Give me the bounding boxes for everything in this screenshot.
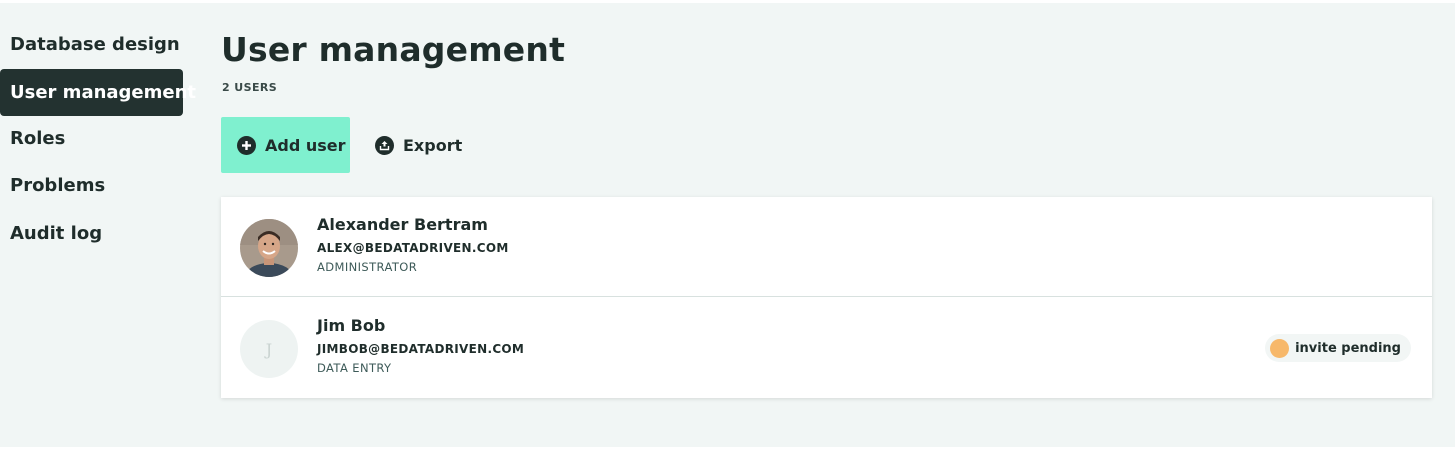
sidebar-item-label: Problems: [10, 175, 106, 196]
plus-circle-icon: [237, 135, 256, 155]
user-name: Alexander Bertram: [317, 215, 488, 234]
avatar-photo: [240, 219, 298, 277]
user-row[interactable]: J Jim Bob JIMBOB@BEDATADRIVEN.COM DATA E…: [221, 298, 1432, 398]
user-email: JIMBOB@BEDATADRIVEN.COM: [317, 342, 525, 356]
sidebar-item-label: User management: [10, 82, 197, 103]
user-count: 2 USERS: [222, 81, 278, 94]
export-button[interactable]: Export: [365, 117, 475, 173]
user-email: ALEX@BEDATADRIVEN.COM: [317, 241, 509, 255]
export-icon: [375, 135, 394, 155]
app-root: Database design User management Roles Pr…: [0, 3, 1455, 447]
avatar: [240, 219, 298, 277]
user-role: DATA ENTRY: [317, 361, 392, 375]
avatar-initial: J: [265, 339, 273, 359]
status-badge: invite pending: [1265, 334, 1411, 362]
page-title: User management: [221, 30, 566, 69]
sidebar-item-label: Audit log: [10, 223, 103, 244]
sidebar-item-roles[interactable]: Roles: [0, 115, 183, 162]
user-role: ADMINISTRATOR: [317, 260, 418, 274]
sidebar-item-audit-log[interactable]: Audit log: [0, 210, 183, 257]
pending-dot-icon: [1270, 338, 1290, 358]
sidebar-item-user-management[interactable]: User management: [0, 69, 196, 116]
export-label: Export: [403, 135, 463, 155]
add-user-label: Add user: [265, 135, 346, 155]
add-user-button[interactable]: Add user: [221, 117, 350, 173]
user-name: Jim Bob: [317, 316, 386, 335]
user-row[interactable]: Alexander Bertram ALEX@BEDATADRIVEN.COM …: [221, 197, 1432, 297]
sidebar-item-label: Database design: [10, 34, 180, 55]
sidebar-item-database-design[interactable]: Database design: [0, 21, 183, 68]
user-list: Alexander Bertram ALEX@BEDATADRIVEN.COM …: [221, 197, 1432, 398]
status-label: invite pending: [1295, 340, 1401, 356]
avatar: J: [240, 320, 298, 378]
sidebar-item-problems[interactable]: Problems: [0, 162, 183, 209]
sidebar-item-label: Roles: [10, 128, 66, 149]
